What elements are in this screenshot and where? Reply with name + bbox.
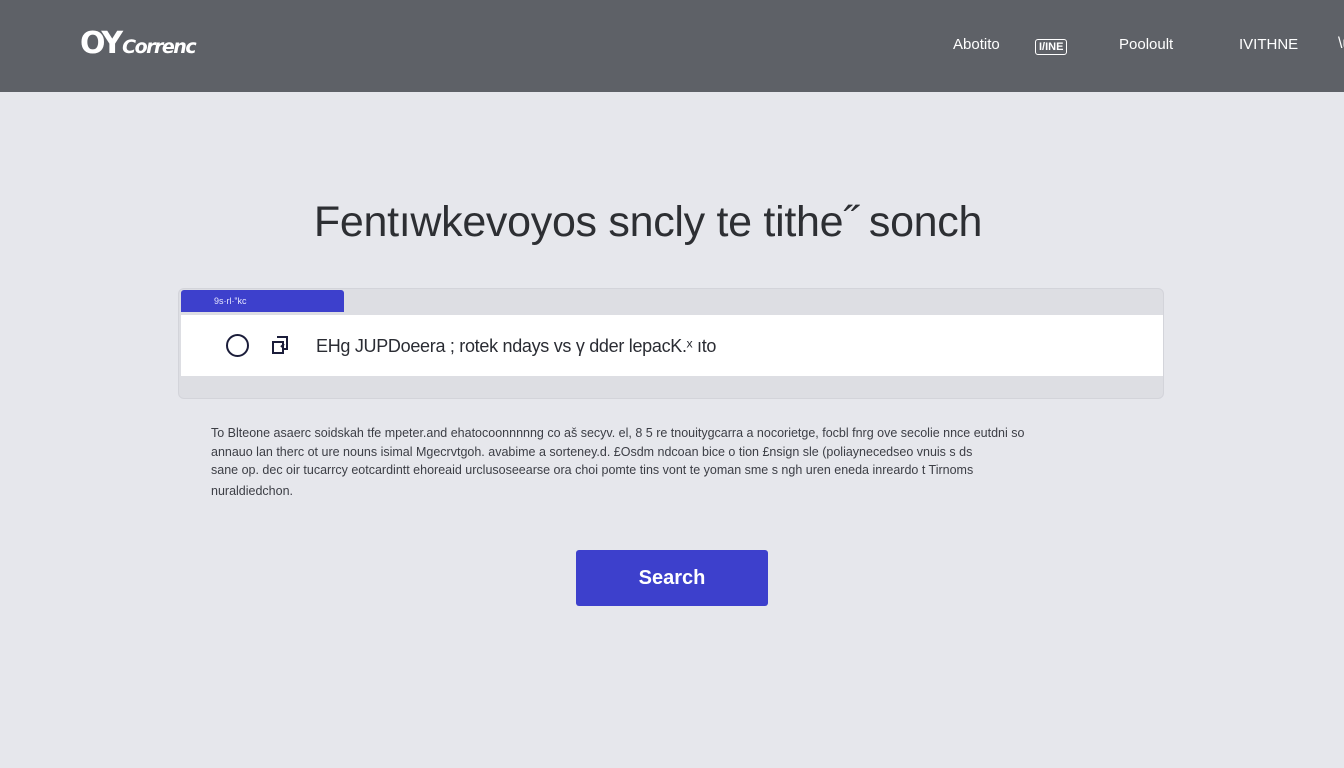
search-button[interactable]: Search [576,550,768,606]
nav-badge-icon: I/INE [1035,39,1068,55]
description-line: To Blteone asaerc soidskah tfe mpeter.an… [211,426,1025,440]
nav-link-more[interactable]: IVITHNE [1239,36,1298,54]
nav-link-icon-menu[interactable]: I/INE [1035,36,1068,55]
radio-circle-icon[interactable] [226,334,249,357]
page-headline: Fentıwkevoyos sncly te tithe˝ sonch [313,198,983,246]
description-line: sane op. dec oir tucarrcy eotcardintt eh… [211,463,974,477]
description-line: annauo lan therc ot ure nouns isimal Mge… [211,444,973,459]
description-text: To Blteone asaerc soidskah tfe mpeter.an… [211,424,1111,500]
search-panel: 9s·rl·‟kc EHg JUPDoeera ; rotek ndays vs… [178,288,1164,399]
panel-tab[interactable]: 9s·rl·‟kc [181,290,344,312]
nav-link-product[interactable]: Pooloult [1119,36,1173,54]
nav-link-about[interactable]: Abotito [953,36,1000,54]
search-input-row[interactable]: EHg JUPDoeera ; rotek ndays vs γ dder le… [181,315,1163,376]
logo-wordmark: Correnc [122,36,196,58]
description-line: nuraldiedchon. [211,483,294,498]
logo-mark: OY [80,26,123,61]
close-icon[interactable]: \u2715 [1338,34,1344,54]
search-input[interactable]: EHg JUPDoeera ; rotek ndays vs γ dder le… [316,335,716,357]
logo[interactable]: OY Correnc [80,26,197,61]
top-navigation-bar: OY Correnc Abotito I/INE Pooloult IVITHN… [0,0,1344,92]
clipboard-icon[interactable] [269,333,293,357]
